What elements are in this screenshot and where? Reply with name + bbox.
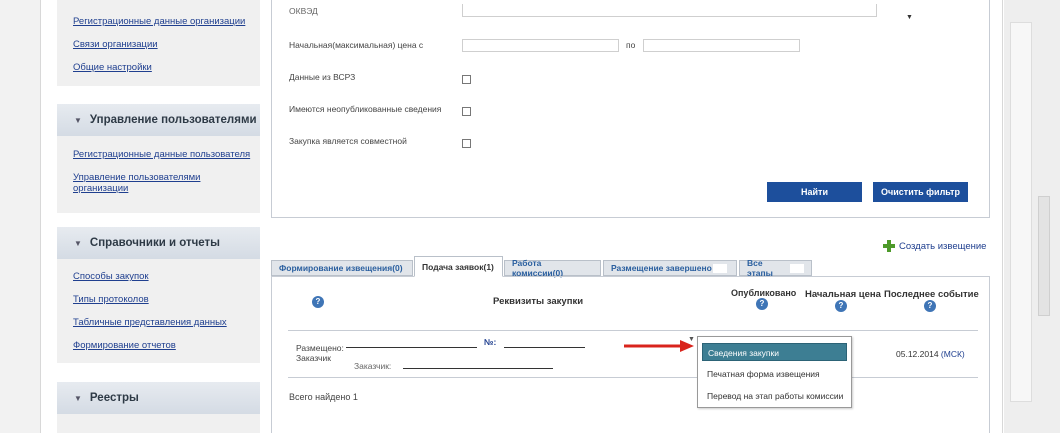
event-date: 05.12.2014 <box>896 349 939 359</box>
menu-item-print-notice[interactable]: Печатная форма извещения <box>702 365 847 383</box>
tab-placement-completed[interactable]: Размещение завершено <box>603 260 737 276</box>
row-context-menu: Сведения закупки Печатная форма извещени… <box>697 336 852 408</box>
unpublished-checkbox[interactable] <box>462 107 471 116</box>
sidebar-section-title: Управление пользователями <box>89 114 257 126</box>
sidebar-section-title: Реестры <box>89 392 139 404</box>
okved-input[interactable] <box>462 4 877 17</box>
vsrz-label: Данные из ВСРЗ <box>289 72 356 82</box>
red-arrow-icon <box>624 340 694 352</box>
tab-count-badge <box>712 263 727 273</box>
header-divider <box>288 330 978 331</box>
sidebar-link-purchase-methods[interactable]: Способы закупок <box>73 271 149 282</box>
row-last-event: 05.12.2014 (МСК) <box>896 349 965 359</box>
row-divider <box>288 377 978 378</box>
sidebar-link-general-settings[interactable]: Общие настройки <box>73 62 152 73</box>
joint-purchase-checkbox[interactable] <box>462 139 471 148</box>
price-from-label: Начальная(максимальная) цена с <box>289 40 424 50</box>
page-margin-left <box>0 0 40 433</box>
row-customer2-label: Заказчик: <box>354 361 392 371</box>
help-icon[interactable]: ? <box>835 300 847 312</box>
sidebar-link-table-views[interactable]: Табличные представления данных <box>73 317 227 328</box>
tab-label: Подача заявок(1) <box>422 261 494 272</box>
chevron-down-icon: ▼ <box>74 115 82 125</box>
row-number-label: №: <box>484 337 497 347</box>
okved-label: ОКВЭД <box>289 6 318 16</box>
total-found: Всего найдено 1 <box>289 392 358 402</box>
menu-item-move-to-commission[interactable]: Перевод на этап работы комиссии <box>702 387 847 405</box>
create-notice-link[interactable]: Создать извещение <box>883 240 986 252</box>
price-to-label: по <box>626 40 636 50</box>
row-placed-label: Размещено: <box>296 343 344 353</box>
redacted-line <box>346 347 477 348</box>
chevron-down-icon: ▼ <box>74 393 82 403</box>
unpublished-label: Имеются неопубликованные сведения <box>289 104 442 114</box>
tab-label: Работа комиссии(0) <box>512 258 564 278</box>
tab-all-stages[interactable]: Все этапы <box>739 258 812 278</box>
tab-notice-forming[interactable]: Формирование извещения(0) <box>271 260 413 276</box>
clear-filter-button[interactable]: Очистить фильтр <box>873 182 968 202</box>
col-requisites: Реквизиты закупки <box>493 296 584 307</box>
dropdown-arrow-icon[interactable]: ▼ <box>906 14 913 21</box>
event-timezone: (МСК) <box>940 349 965 359</box>
price-to-input[interactable] <box>643 39 800 52</box>
sidebar-registers-block: ▼ Реестры <box>57 382 260 433</box>
sidebar-link-user-reg-data[interactable]: Регистрационные данные пользователя <box>73 149 250 160</box>
tab-label: Все этапы <box>747 258 773 278</box>
sidebar-section-references[interactable]: ▼ Справочники и отчеты <box>57 227 260 259</box>
col-last-event: Последнее событие <box>884 289 979 300</box>
sidebar-link-report-generation[interactable]: Формирование отчетов <box>73 340 176 351</box>
help-icon[interactable]: ? <box>924 300 936 312</box>
joint-purchase-label: Закупка является совместной <box>289 136 407 146</box>
tab-label: Размещение завершено <box>611 263 712 273</box>
redacted-line <box>403 368 553 369</box>
side-panel <box>1010 22 1032 402</box>
tab-commission-work[interactable]: Работа комиссии(0) <box>504 258 601 278</box>
tab-bid-submission[interactable]: Подача заявок(1) <box>414 256 503 277</box>
col-published: Опубликовано <box>731 288 797 298</box>
vsrz-checkbox[interactable] <box>462 75 471 84</box>
results-panel <box>271 276 990 433</box>
help-icon[interactable]: ? <box>312 296 324 308</box>
plus-icon <box>883 240 895 252</box>
help-icon[interactable]: ? <box>756 298 768 310</box>
tab-count-badge <box>790 263 804 273</box>
redacted-line <box>504 347 585 348</box>
col-initial-price: Начальная цена <box>805 289 881 300</box>
find-button[interactable]: Найти <box>767 182 862 202</box>
sidebar-section-users[interactable]: ▼ Управление пользователями <box>57 104 260 136</box>
tab-label: Формирование извещения(0) <box>279 263 403 273</box>
menu-item-purchase-info[interactable]: Сведения закупки <box>702 343 847 361</box>
row-customer-label: Заказчик <box>296 353 331 363</box>
scrollbar-thumb[interactable] <box>1038 196 1050 316</box>
price-from-input[interactable] <box>462 39 619 52</box>
sidebar-section-title: Справочники и отчеты <box>89 237 220 249</box>
sidebar-link-manage-users[interactable]: Управление пользователями организации <box>73 172 223 194</box>
create-notice-label: Создать извещение <box>899 240 987 252</box>
sidebar-link-org-reg-data[interactable]: Регистрационные данные организации <box>73 16 245 27</box>
sidebar-link-org-relations[interactable]: Связи организации <box>73 39 158 50</box>
sidebar-section-registers[interactable]: ▼ Реестры <box>57 382 260 414</box>
chevron-down-icon: ▼ <box>74 238 82 248</box>
sidebar-link-protocol-types[interactable]: Типы протоколов <box>73 294 149 305</box>
